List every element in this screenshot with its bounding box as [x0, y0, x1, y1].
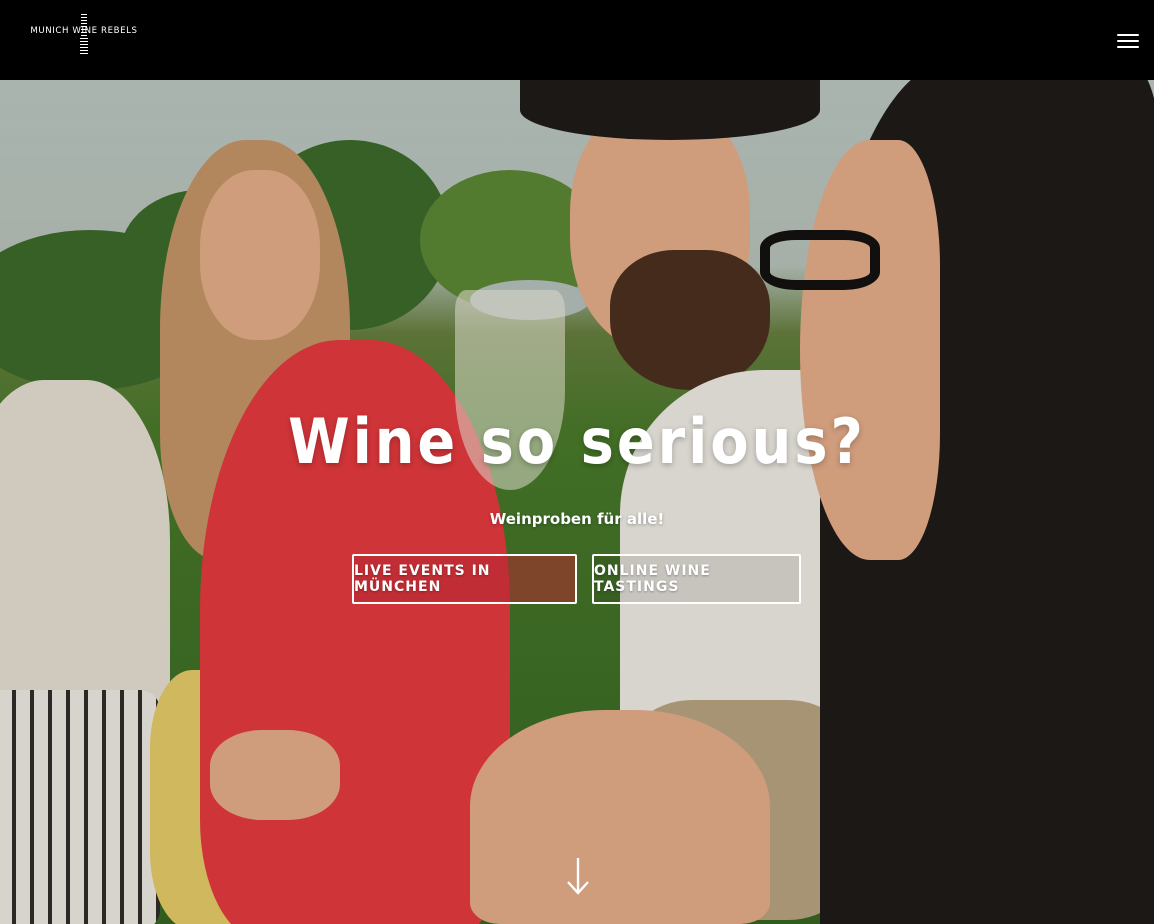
menu-line	[1117, 34, 1139, 36]
hero-cta-group: Live Events in München Online Wine Tasti…	[352, 554, 801, 604]
site-logo[interactable]: MUNICH WINE REBELS	[27, 14, 141, 66]
menu-line	[1117, 40, 1139, 42]
live-events-button[interactable]: Live Events in München	[352, 554, 577, 604]
hamburger-menu-icon[interactable]	[1117, 34, 1139, 48]
hero-section: Wine so serious? Weinproben für alle! Li…	[0, 80, 1154, 924]
wine-bottle-base-icon	[80, 38, 88, 54]
arrow-down-icon[interactable]	[565, 856, 591, 896]
online-tastings-button[interactable]: Online Wine Tastings	[592, 554, 801, 604]
hero-title: Wine so serious?	[288, 405, 866, 478]
hero-subtitle: Weinproben für alle!	[489, 510, 665, 528]
wine-bottle-logo-icon	[81, 14, 87, 38]
menu-line	[1117, 46, 1139, 48]
top-navigation-bar: MUNICH WINE REBELS	[0, 0, 1154, 80]
hero-overlay	[0, 80, 1154, 924]
